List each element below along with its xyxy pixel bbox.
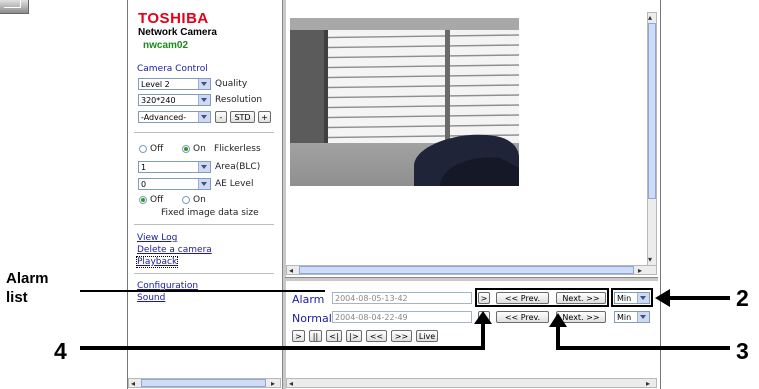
scroll-thumb[interactable] (299, 266, 634, 274)
sound-link[interactable]: Sound (137, 293, 165, 303)
resolution-select[interactable]: 320*240 (138, 94, 211, 106)
scroll-left-icon[interactable]: ◂ (289, 266, 293, 275)
area-value: 1 (141, 163, 147, 172)
fixed-size-on-radio[interactable] (182, 196, 190, 204)
callout-4-arrowhead (474, 311, 492, 324)
normal-time-field[interactable]: 2004-08-04-22-49 (332, 311, 472, 323)
scroll-right-icon[interactable]: ▸ (646, 379, 650, 388)
divider (134, 132, 274, 133)
scroll-left-icon[interactable]: ◂ (131, 379, 135, 388)
chevron-down-icon (198, 79, 210, 89)
chevron-down-icon (198, 162, 210, 172)
camera-image (290, 18, 519, 186)
area-select[interactable]: 1 (138, 161, 211, 173)
image-vertical-scrollbar[interactable]: ▴ ▾ (647, 12, 657, 266)
left-horizontal-scrollbar[interactable]: ◂ ▸ (128, 378, 281, 388)
plus-button[interactable]: + (258, 111, 271, 123)
prev-next-highlight-box (475, 288, 609, 307)
product-title: Network Camera (138, 27, 217, 38)
toshiba-logo: TOSHIBA (138, 10, 209, 27)
chevron-down-icon (637, 312, 649, 322)
image-horizontal-scrollbar[interactable]: ◂ ▸ (286, 265, 657, 275)
fixed-size-on-label: On (193, 195, 206, 205)
live-button[interactable]: Live (416, 330, 438, 342)
callout-2-arrow-line (667, 296, 730, 300)
callout-2: 2 (736, 285, 749, 311)
callout-4-arrow-line (80, 346, 484, 350)
callout-3: 3 (736, 338, 749, 364)
scroll-down-icon[interactable]: ▾ (648, 255, 652, 264)
frame-vertical-splitter[interactable] (282, 0, 286, 389)
fast-forward-button[interactable]: >> (391, 330, 412, 342)
ae-level-value: 0 (141, 180, 147, 189)
scroll-left-icon[interactable]: ◂ (289, 379, 293, 388)
alarm-label: Alarm (292, 293, 325, 306)
normal-label: Normal (292, 312, 332, 325)
chevron-down-icon (198, 95, 210, 105)
fixed-size-off-label: Off (150, 195, 164, 205)
playback-horizontal-scrollbar[interactable]: ◂ ▸ (286, 378, 657, 388)
quality-value: Level 2 (141, 80, 170, 89)
alarm-time-field[interactable]: 2004-08-05-13-42 (332, 292, 472, 304)
callout-3-arrowhead (549, 313, 567, 327)
resolution-label: Resolution (215, 95, 263, 105)
flickerless-label: Flickerless (214, 144, 261, 154)
step-forward-button[interactable]: |> (346, 330, 362, 342)
fixed-size-label: Fixed image data size (161, 208, 259, 218)
ae-level-select[interactable]: 0 (138, 178, 211, 190)
flicker-off-radio[interactable] (139, 145, 147, 153)
quality-select[interactable]: Level 2 (138, 78, 211, 90)
advanced-value: -Advanced- (141, 113, 187, 122)
page-tab-marker-inner (4, 0, 21, 8)
normal-unit-select[interactable]: Min (614, 311, 650, 323)
playback-link[interactable]: Playback (135, 256, 179, 268)
play-button[interactable]: > (292, 330, 305, 342)
view-log-link[interactable]: View Log (137, 233, 177, 243)
std-button[interactable]: STD (230, 111, 255, 123)
divider (134, 224, 274, 225)
callout-4: 4 (54, 338, 67, 364)
delete-camera-link[interactable]: Delete a camera (137, 245, 212, 255)
camera-control-heading: Camera Control (137, 64, 208, 74)
divider (134, 273, 274, 274)
scroll-thumb[interactable] (648, 23, 656, 199)
ae-level-label: AE Level (215, 179, 254, 189)
normal-prev-button[interactable]: << Prev. (496, 311, 549, 323)
camera-name: nwcam02 (143, 40, 189, 51)
resolution-value: 320*240 (141, 96, 176, 105)
rewind-button[interactable]: << (366, 330, 387, 342)
scroll-thumb[interactable] (141, 379, 266, 387)
quality-label: Quality (215, 79, 248, 89)
normal-unit-value: Min (617, 313, 632, 322)
flicker-off-label: Off (150, 144, 164, 154)
chevron-down-icon (198, 112, 210, 122)
scroll-up-icon[interactable]: ▴ (648, 13, 652, 22)
pause-button[interactable]: || (309, 330, 322, 342)
chevron-down-icon (198, 179, 210, 189)
fixed-size-off-radio[interactable] (139, 196, 147, 204)
frame-horizontal-splitter[interactable] (285, 277, 658, 281)
scroll-right-icon[interactable]: ▸ (638, 266, 642, 275)
callout-4-arrow-stem (481, 322, 485, 350)
scroll-right-icon[interactable]: ▸ (271, 379, 275, 388)
unit-highlight-box (611, 288, 653, 307)
flicker-on-label: On (193, 144, 206, 154)
alarm-list-leader-line (80, 290, 325, 292)
callout-3-arrow-line (556, 346, 730, 350)
advanced-select[interactable]: -Advanced- (138, 111, 211, 123)
step-back-button[interactable]: <| (326, 330, 342, 342)
minus-button[interactable]: - (215, 111, 227, 123)
alarm-list-callout: Alarm list (6, 270, 49, 306)
callout-2-arrowhead (655, 289, 670, 307)
flicker-on-radio[interactable] (182, 145, 190, 153)
area-label: Area(BLC) (215, 162, 261, 172)
